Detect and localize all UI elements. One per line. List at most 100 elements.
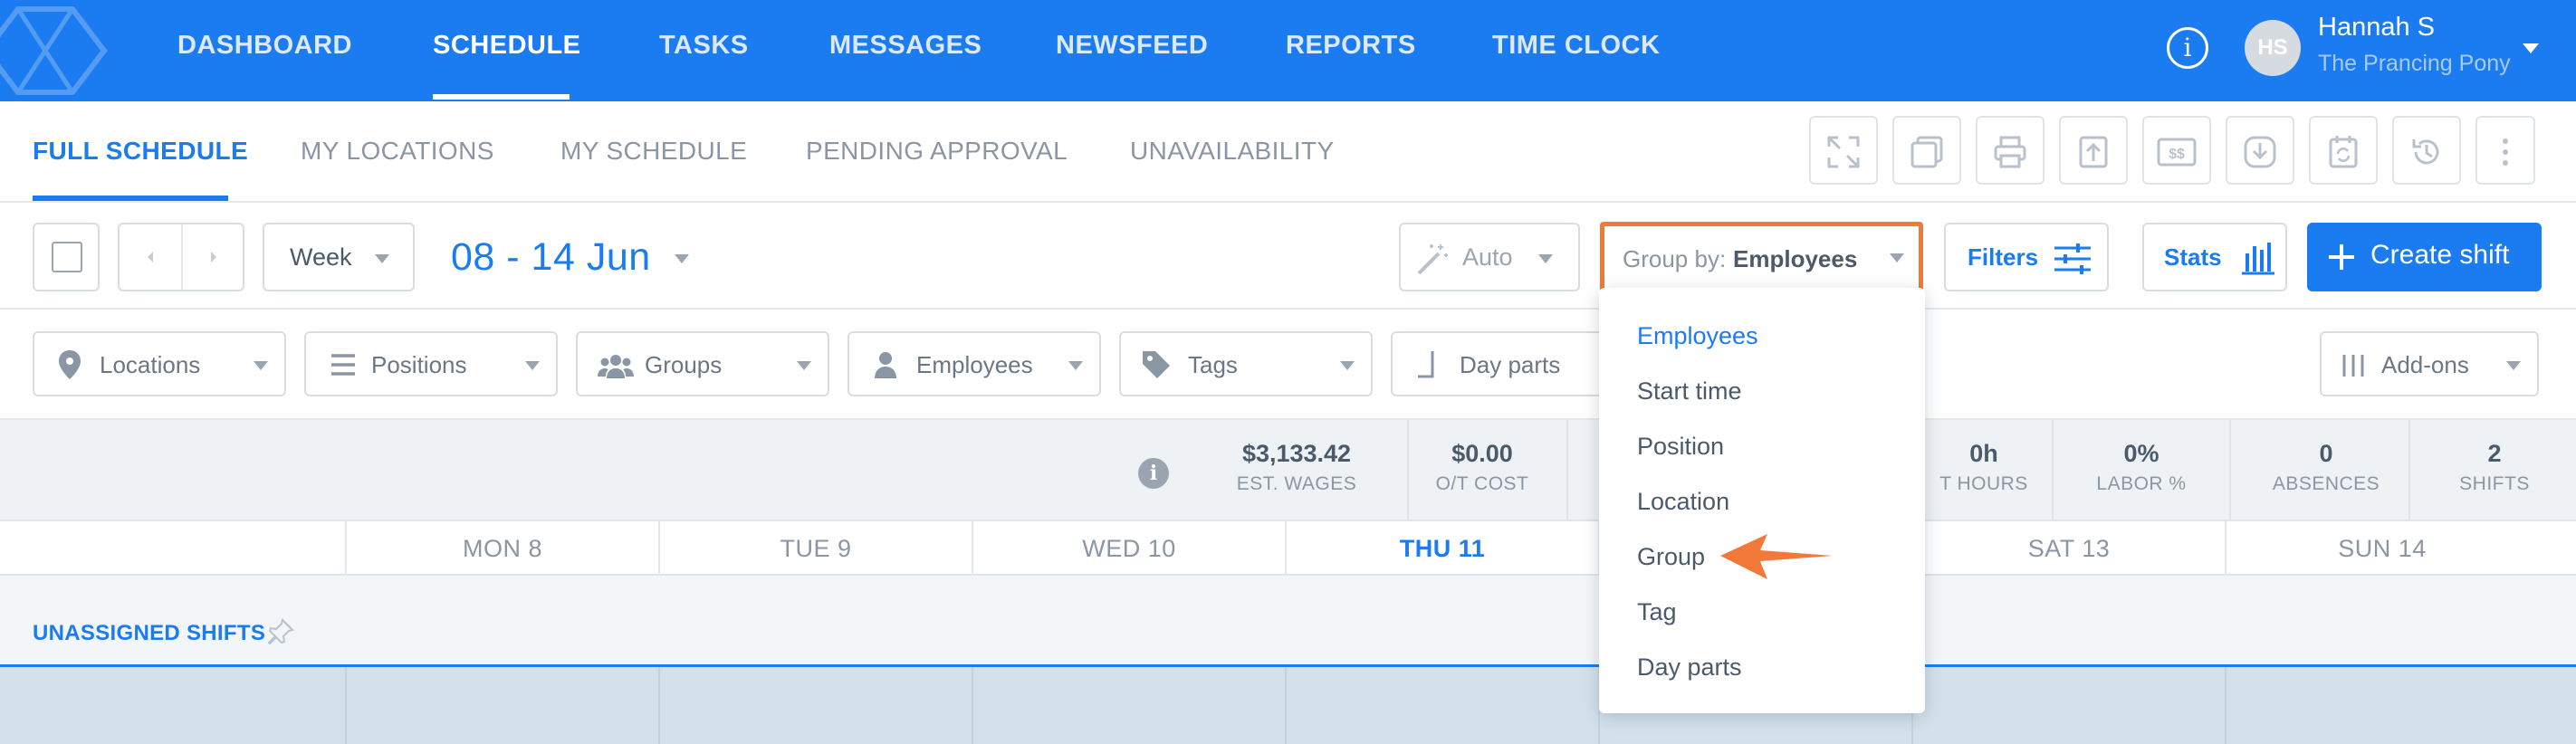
chevron-down-icon [2506, 361, 2521, 370]
magic-wand-icon [1417, 244, 1448, 275]
more-button[interactable] [2475, 116, 2535, 185]
stats-button[interactable]: Stats [2142, 223, 2287, 291]
chevron-down-icon [1068, 361, 1083, 370]
nav-reports[interactable]: REPORTS [1286, 0, 1416, 101]
stat-label: O/T COST [1435, 473, 1529, 494]
tag-icon [1143, 351, 1170, 378]
user-name[interactable]: Hannah S [2318, 13, 2435, 43]
groups-filter-label: Groups [645, 351, 723, 378]
schedule-toolbar: Week 08 - 14 Jun Auto Group by: Employee… [0, 203, 2576, 310]
grid-line [1285, 667, 1287, 744]
select-all-checkbox[interactable] [33, 223, 100, 291]
nav-messages[interactable]: MESSAGES [829, 0, 982, 101]
stat-value: $0.00 [1451, 440, 1513, 467]
view-select[interactable]: Week [263, 223, 415, 291]
chevron-down-icon [254, 361, 268, 370]
divider [1566, 420, 1568, 521]
day-header-wed[interactable]: WED 10 [972, 521, 1285, 576]
tab-unavailability[interactable]: UNAVAILABILITY [1130, 101, 1335, 201]
chevron-down-icon[interactable] [2523, 43, 2539, 53]
user-icon [875, 352, 896, 378]
download-button[interactable] [2226, 116, 2294, 185]
stat-absences: 0 ABSENCES [2258, 440, 2394, 495]
day-parts-filter-label: Day parts [1460, 351, 1561, 378]
calendar-sync-icon [2329, 136, 2358, 168]
day-header-mon[interactable]: MON 8 [345, 521, 658, 576]
export-button[interactable] [2059, 116, 2128, 185]
menu-item-employees[interactable]: Employees [1637, 322, 1758, 350]
unassigned-shifts-label: UNASSIGNED SHIFTS [33, 621, 266, 645]
nav-newsfeed[interactable]: NEWSFEED [1056, 0, 1208, 101]
bar-chart-icon [2242, 243, 2274, 275]
positions-filter[interactable]: Positions [304, 331, 558, 396]
pin-icon[interactable] [266, 617, 295, 646]
stat-value: 2 [2487, 440, 2502, 467]
date-range[interactable]: 08 - 14 Jun [451, 235, 651, 280]
chevron-left-icon[interactable] [141, 248, 159, 266]
group-by-select[interactable]: Group by: Employees [1600, 222, 1923, 294]
day-header-tue[interactable]: TUE 9 [658, 521, 972, 576]
menu-item-day-parts[interactable]: Day parts [1637, 653, 1742, 682]
expand-icon [1827, 136, 1860, 168]
divider [2229, 420, 2231, 521]
auto-button[interactable]: Auto [1399, 223, 1580, 291]
menu-item-start-time[interactable]: Start time [1637, 377, 1742, 405]
add-ons-label: Add-ons [2381, 351, 2469, 378]
chevron-down-icon [1538, 254, 1553, 263]
expand-button[interactable] [1809, 116, 1878, 185]
chevron-down-icon [525, 361, 540, 370]
nav-schedule[interactable]: SCHEDULE [433, 0, 581, 101]
day-header-sat[interactable]: SAT 13 [1911, 521, 2225, 576]
week-pager [118, 223, 244, 291]
day-header-sun[interactable]: SUN 14 [2225, 521, 2538, 576]
shift-grid[interactable] [0, 664, 2576, 744]
tab-pending-approval[interactable]: PENDING APPROVAL [806, 101, 1068, 201]
employees-filter[interactable]: Employees [847, 331, 1101, 396]
filters-button[interactable]: Filters [1944, 223, 2109, 291]
calendar-sync-button[interactable] [2309, 116, 2378, 185]
day-parts-filter[interactable]: Day parts [1391, 331, 1608, 396]
day-header-thu[interactable]: THU 11 [1285, 521, 1598, 576]
menu-item-position[interactable]: Position [1637, 433, 1724, 461]
groups-filter[interactable]: Groups [576, 331, 829, 396]
download-icon [2244, 136, 2276, 168]
nav-time-clock[interactable]: TIME CLOCK [1492, 0, 1660, 101]
wages-button[interactable]: $$ [2142, 116, 2211, 185]
print-button[interactable] [1976, 116, 2045, 185]
stat-ot-cost: $0.00 O/T COST [1414, 440, 1550, 495]
menu-item-group[interactable]: Group [1637, 543, 1705, 571]
employees-filter-label: Employees [916, 351, 1033, 378]
chevron-right-icon[interactable] [205, 248, 223, 266]
stat-shifts: 2 SHIFTS [2445, 440, 2544, 495]
group-by-menu: Employees Start time Position Location G… [1599, 288, 1925, 713]
add-ons-button[interactable]: Add-ons [2320, 331, 2539, 396]
money-icon: $$ [2157, 138, 2197, 167]
nav-dashboard[interactable]: DASHBOARD [177, 0, 352, 101]
chevron-down-icon[interactable] [675, 254, 689, 263]
columns-icon [2342, 355, 2364, 377]
tab-my-schedule[interactable]: MY SCHEDULE [560, 101, 747, 201]
copy-button[interactable] [1892, 116, 1961, 185]
group-by-value: Employees [1733, 245, 1858, 272]
stat-value: 0% [2123, 440, 2159, 467]
tab-full-schedule[interactable]: FULL SCHEDULE [33, 101, 248, 201]
info-icon[interactable]: i [2167, 27, 2208, 69]
copy-icon [1910, 136, 1943, 168]
history-icon [2412, 139, 2439, 165]
tags-filter-label: Tags [1188, 351, 1238, 378]
locations-filter[interactable]: Locations [33, 331, 286, 396]
print-icon [1994, 136, 2026, 168]
positions-filter-label: Positions [371, 351, 467, 378]
chevron-down-icon [1340, 361, 1355, 370]
menu-item-location[interactable]: Location [1637, 488, 1729, 516]
schedule-subtabs: FULL SCHEDULE MY LOCATIONS MY SCHEDULE P… [0, 101, 2576, 203]
nav-tasks[interactable]: TASKS [659, 0, 749, 101]
filter-row: Locations Positions Groups Employees Tag… [0, 310, 2576, 420]
avatar[interactable]: HS [2245, 20, 2301, 76]
tab-my-locations[interactable]: MY LOCATIONS [301, 101, 494, 201]
info-icon[interactable]: i [1138, 458, 1169, 489]
history-button[interactable] [2392, 116, 2461, 185]
menu-item-tag[interactable]: Tag [1637, 598, 1677, 626]
create-shift-button[interactable]: Create shift [2307, 223, 2542, 291]
tags-filter[interactable]: Tags [1119, 331, 1373, 396]
